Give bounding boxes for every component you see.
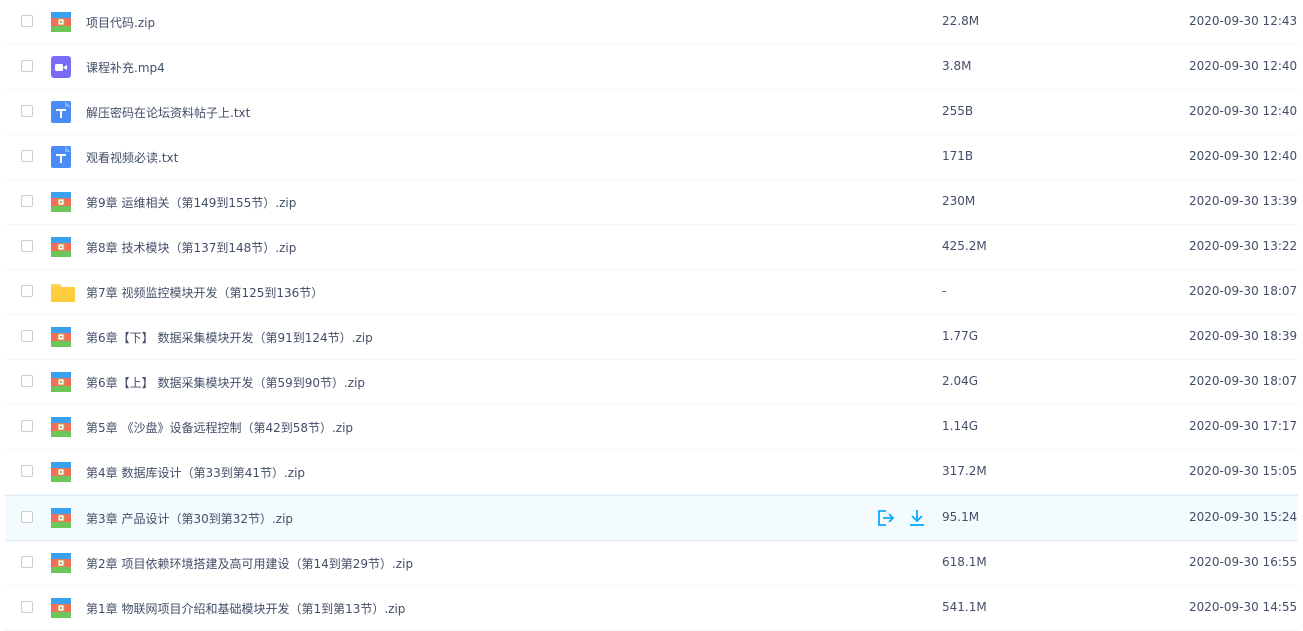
row-checkbox[interactable] [21, 511, 33, 523]
row-checkbox[interactable] [21, 465, 33, 477]
file-row[interactable]: 第5章 《沙盘》设备远程控制（第42到58节）.zip 1.14G 2020-09-… [5, 405, 1298, 450]
row-checkbox[interactable] [21, 556, 33, 568]
file-date: 2020-09-30 18:07 [1189, 284, 1298, 298]
folder-file-icon [50, 281, 75, 303]
row-checkbox[interactable] [21, 60, 33, 72]
file-row[interactable]: 课程补充.mp4 3.8M 2020-09-30 12:40 [5, 45, 1298, 90]
share-icon[interactable] [875, 508, 895, 528]
download-icon[interactable] [907, 508, 927, 528]
file-row[interactable]: 第4章 数据库设计（第33到第41节）.zip 317.2M 2020-09-30 … [5, 450, 1298, 495]
zip-file-icon [50, 11, 72, 33]
txt-file-icon [50, 146, 72, 168]
file-name[interactable]: 第8章 技术模块（第137到148节）.zip [86, 239, 296, 256]
file-size: 425.2M [942, 239, 987, 253]
file-size: 255B [942, 104, 974, 118]
file-row[interactable]: 第8章 技术模块（第137到148节）.zip 425.2M 2020-09-30 … [5, 225, 1298, 270]
file-name[interactable]: 课程补充.mp4 [86, 59, 165, 76]
file-row[interactable]: 第7章 视频监控模块开发（第125到136节） - 2020-09-30 18:07 [5, 270, 1298, 315]
file-size: 1.14G [942, 419, 979, 433]
zip-file-icon [50, 597, 72, 619]
file-date: 2020-09-30 17:17 [1189, 419, 1298, 433]
zip-file-icon [50, 416, 72, 438]
zip-file-icon [50, 236, 72, 258]
file-name[interactable]: 第3章 产品设计（第30到第32节）.zip [86, 510, 293, 527]
file-date: 2020-09-30 13:22 [1189, 239, 1298, 253]
file-size: 1.77G [942, 329, 979, 343]
row-checkbox[interactable] [21, 195, 33, 207]
file-size: 230M [942, 194, 976, 208]
file-name[interactable]: 解压密码在论坛资料帖子上.txt [86, 104, 250, 121]
file-date: 2020-09-30 15:05 [1189, 464, 1298, 478]
zip-file-icon [50, 191, 72, 213]
file-list: 项目代码.zip 22.8M 2020-09-30 12:43 课程补充.mp4 3.8… [0, 0, 1303, 631]
file-name[interactable]: 第9章 运维相关（第149到155节）.zip [86, 194, 296, 211]
file-row[interactable]: 第1章 物联网项目介绍和基础模块开发（第1到第13节）.zip 541.1M 202… [5, 586, 1298, 631]
file-name[interactable]: 第7章 视频监控模块开发（第125到136节） [86, 284, 323, 301]
zip-file-icon [50, 507, 72, 529]
row-checkbox[interactable] [21, 420, 33, 432]
file-name[interactable]: 第4章 数据库设计（第33到第41节）.zip [86, 464, 305, 481]
file-date: 2020-09-30 18:39 [1189, 329, 1298, 343]
file-size: 2.04G [942, 374, 979, 388]
row-checkbox[interactable] [21, 601, 33, 613]
file-date: 2020-09-30 12:40 [1189, 149, 1298, 163]
file-size: 317.2M [942, 464, 987, 478]
zip-file-icon [50, 326, 72, 348]
file-size: 618.1M [942, 555, 987, 569]
zip-file-icon [50, 371, 72, 393]
file-name[interactable]: 第5章 《沙盘》设备远程控制（第42到58节）.zip [86, 419, 353, 436]
file-size: 22.8M [942, 14, 980, 28]
file-name[interactable]: 第1章 物联网项目介绍和基础模块开发（第1到第13节）.zip [86, 600, 405, 617]
file-row[interactable]: 第6章【下】 数据采集模块开发（第91到124节）.zip 1.77G 2020-0… [5, 315, 1298, 360]
zip-file-icon [50, 552, 72, 574]
file-row[interactable]: 第9章 运维相关（第149到155节）.zip 230M 2020-09-30 13… [5, 180, 1298, 225]
file-row[interactable]: 第2章 项目依赖环境搭建及高可用建设（第14到第29节）.zip 618.1M 20… [5, 541, 1298, 586]
file-date: 2020-09-30 12:43 [1189, 14, 1298, 28]
file-row[interactable]: 第3章 产品设计（第30到第32节）.zip 95.1M 2020-09-30 15… [5, 495, 1298, 541]
file-date: 2020-09-30 12:40 [1189, 104, 1298, 118]
file-size: 171B [942, 149, 974, 163]
file-date: 2020-09-30 15:24 [1189, 510, 1298, 524]
row-checkbox[interactable] [21, 240, 33, 252]
file-name[interactable]: 第6章【上】 数据采集模块开发（第59到90节）.zip [86, 374, 365, 391]
file-row[interactable]: 解压密码在论坛资料帖子上.txt 255B 2020-09-30 12:40 [5, 90, 1298, 135]
row-checkbox[interactable] [21, 330, 33, 342]
file-row[interactable]: 项目代码.zip 22.8M 2020-09-30 12:43 [5, 0, 1298, 45]
file-row[interactable]: 第6章【上】 数据采集模块开发（第59到90节）.zip 2.04G 2020-09… [5, 360, 1298, 405]
video-file-icon [50, 56, 72, 78]
row-checkbox[interactable] [21, 105, 33, 117]
zip-file-icon [50, 461, 72, 483]
file-name[interactable]: 观看视频必读.txt [86, 149, 178, 166]
row-checkbox[interactable] [21, 285, 33, 297]
file-size: 95.1M [942, 510, 980, 524]
file-date: 2020-09-30 12:40 [1189, 59, 1298, 73]
file-date: 2020-09-30 18:07 [1189, 374, 1298, 388]
file-name[interactable]: 第2章 项目依赖环境搭建及高可用建设（第14到第29节）.zip [86, 555, 413, 572]
file-date: 2020-09-30 13:39 [1189, 194, 1298, 208]
row-actions [875, 508, 927, 528]
txt-file-icon [50, 101, 72, 123]
file-name[interactable]: 项目代码.zip [86, 14, 155, 31]
row-checkbox[interactable] [21, 375, 33, 387]
file-date: 2020-09-30 16:55 [1189, 555, 1298, 569]
file-size: 3.8M [942, 59, 972, 73]
row-checkbox[interactable] [21, 15, 33, 27]
file-size: - [942, 284, 947, 298]
file-name[interactable]: 第6章【下】 数据采集模块开发（第91到124节）.zip [86, 329, 373, 346]
row-checkbox[interactable] [21, 150, 33, 162]
file-row[interactable]: 观看视频必读.txt 171B 2020-09-30 12:40 [5, 135, 1298, 180]
